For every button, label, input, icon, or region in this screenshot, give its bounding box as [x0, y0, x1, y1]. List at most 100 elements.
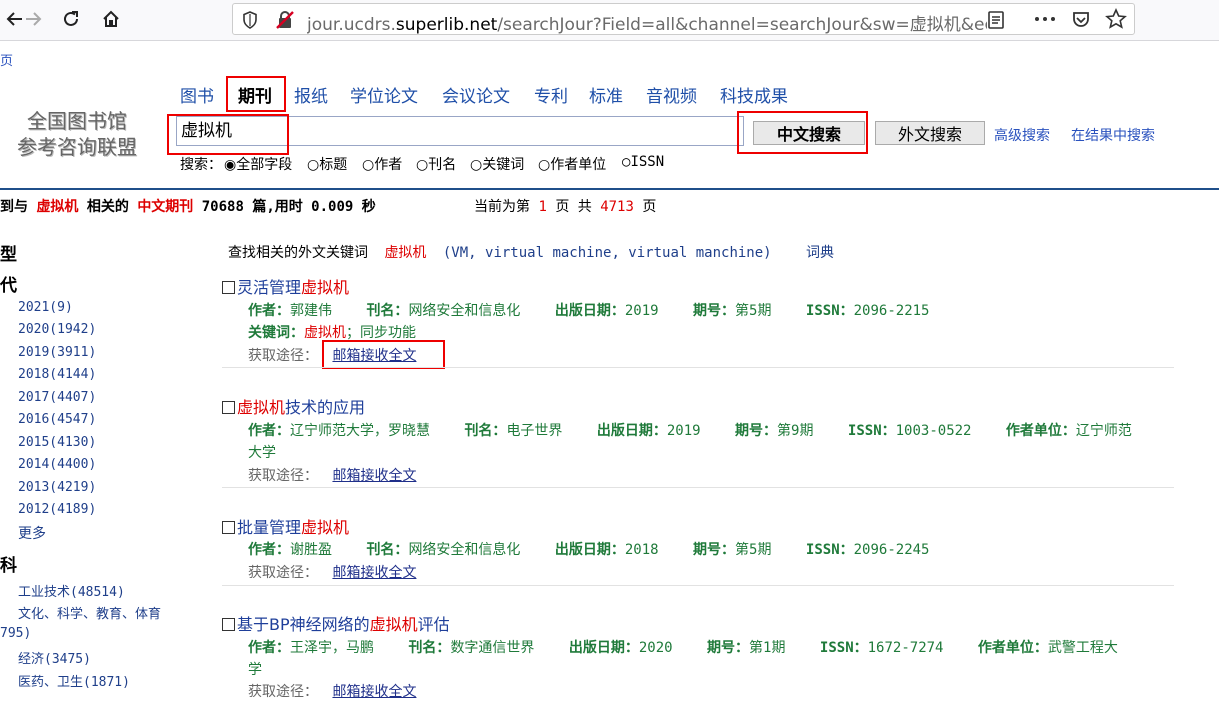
home-button[interactable] — [96, 4, 126, 34]
total-pages: 4713 — [600, 199, 634, 215]
more-actions-icon[interactable] — [1033, 13, 1057, 25]
result-title[interactable]: 批量管理虚拟机 — [222, 514, 349, 538]
title-text[interactable]: 灵活管理 — [237, 278, 301, 297]
title-highlight[interactable]: 虚拟机 — [301, 518, 349, 537]
journal-value[interactable]: 网络安全和信息化 — [408, 303, 520, 319]
title-highlight[interactable]: 虚拟机 — [237, 398, 285, 417]
search-within-results-link[interactable]: 在结果中搜索 — [1071, 125, 1155, 145]
option-label: 作者 — [374, 157, 403, 173]
journal-value[interactable]: 电子世界 — [506, 423, 562, 439]
sidebar-heading-type: 型 — [0, 245, 17, 265]
radio-checked-icon[interactable]: ◉ — [224, 157, 236, 173]
keyword-rest[interactable]: ；同步功能 — [346, 325, 416, 341]
option-author-unit[interactable]: ○作者单位 — [538, 154, 606, 174]
option-author[interactable]: ○作者 — [362, 154, 402, 174]
radio-icon[interactable]: ○ — [538, 157, 550, 173]
issue-key: 期号： — [735, 423, 778, 439]
journal-value[interactable]: 数字通信世界 — [450, 640, 534, 656]
radio-icon[interactable]: ○ — [307, 157, 319, 173]
tab-media[interactable]: 音视频 — [646, 82, 697, 107]
issn-key: ISSN： — [805, 542, 854, 558]
journal-key: 刊名： — [366, 542, 409, 558]
sidebar-year-item[interactable]: 2015(4130) — [18, 435, 96, 450]
tab-patents[interactable]: 专利 — [534, 82, 568, 107]
forward-button[interactable] — [18, 4, 48, 34]
related-keywords: 查找相关的外文关键词 虚拟机 (VM, virtual machine, vir… — [228, 242, 834, 262]
radio-icon[interactable]: ○ — [362, 157, 374, 173]
author-value[interactable]: 辽宁师范大学，罗晓慧 — [290, 423, 430, 439]
sidebar-year-item[interactable]: 2013(4219) — [18, 480, 96, 495]
tab-conference[interactable]: 会议论文 — [442, 82, 510, 107]
bookmark-star-icon[interactable] — [1105, 8, 1127, 30]
result-title[interactable]: 灵活管理虚拟机 — [222, 274, 349, 298]
unit-value-cont[interactable]: 大学 — [248, 445, 276, 461]
unit-value-cont[interactable]: 学 — [248, 662, 262, 678]
sidebar-year-item[interactable]: 2017(4407) — [18, 390, 96, 405]
result-checkbox[interactable] — [222, 618, 235, 631]
related-terms[interactable]: (VM, virtual machine, virtual manchine) — [443, 245, 772, 261]
sidebar-year-item[interactable]: 2014(4400) — [18, 457, 96, 472]
option-issn[interactable]: ○ISSN — [622, 154, 664, 170]
author-value[interactable]: 谢胜盈 — [290, 542, 332, 558]
sidebar-subject-item[interactable]: 文化、科学、教育、体育 — [18, 603, 161, 622]
result-checkbox[interactable] — [222, 401, 235, 414]
sidebar-subject-item-cont[interactable]: 795) — [0, 626, 31, 641]
author-value[interactable]: 王泽宇，马鹏 — [290, 640, 374, 656]
email-fulltext-link[interactable]: 邮箱接收全文 — [332, 684, 416, 700]
reload-button[interactable] — [56, 4, 86, 34]
result-title[interactable]: 虚拟机技术的应用 — [222, 394, 365, 418]
title-text[interactable]: 基于BP神经网络的 — [237, 615, 370, 634]
pocket-icon[interactable] — [1071, 9, 1091, 29]
sidebar-year-item[interactable]: 2012(4189) — [18, 502, 96, 517]
title-text[interactable]: 评估 — [418, 615, 450, 634]
sidebar-year-item[interactable]: 2020(1942) — [18, 322, 96, 337]
address-bar[interactable]: jour.ucdrs.superlib.net/searchJour?Field… — [232, 3, 1135, 35]
issn-key: ISSN： — [819, 640, 868, 656]
title-highlight[interactable]: 虚拟机 — [370, 615, 418, 634]
option-all-fields[interactable]: ◉全部字段 — [224, 154, 292, 174]
sidebar-year-item[interactable]: 2021(9) — [18, 300, 73, 315]
sidebar-year-item[interactable]: 2016(4547) — [18, 412, 96, 427]
logo-line1: 全国图书馆 — [27, 109, 127, 133]
sidebar-more-link[interactable]: 更多 — [18, 523, 46, 543]
email-fulltext-link[interactable]: 邮箱接收全文 — [332, 468, 416, 484]
tab-newspapers[interactable]: 报纸 — [294, 82, 328, 107]
foreign-search-button[interactable]: 外文搜索 — [875, 121, 985, 145]
radio-icon[interactable]: ○ — [470, 157, 482, 173]
option-journal-name[interactable]: ○刊名 — [416, 154, 456, 174]
issn-value: 1003-0522 — [895, 423, 972, 439]
radio-icon[interactable]: ○ — [416, 157, 428, 173]
sidebar-subject-item[interactable]: 经济(3475) — [18, 648, 91, 667]
sidebar-subject-item[interactable]: 医药、卫生(1871) — [18, 671, 130, 690]
advanced-search-link[interactable]: 高级搜索 — [994, 125, 1050, 145]
tab-journals[interactable]: 期刊 — [238, 82, 272, 107]
access-label: 获取途径： — [248, 684, 318, 700]
email-fulltext-link[interactable]: 邮箱接收全文 — [332, 565, 416, 581]
unit-value[interactable]: 武警工程大 — [1048, 640, 1118, 656]
tab-standards[interactable]: 标准 — [589, 82, 623, 107]
title-highlight[interactable]: 虚拟机 — [301, 278, 349, 297]
email-link-highlight — [322, 340, 445, 369]
journal-key: 刊名： — [408, 640, 451, 656]
unit-value[interactable]: 辽宁师范 — [1076, 423, 1132, 439]
author-value[interactable]: 郭建伟 — [290, 303, 332, 319]
tab-achievements[interactable]: 科技成果 — [720, 82, 788, 107]
dictionary-link[interactable]: 词典 — [806, 245, 834, 261]
top-partial-link[interactable]: 页 — [0, 50, 13, 69]
tab-books[interactable]: 图书 — [180, 82, 214, 107]
result-checkbox[interactable] — [222, 281, 235, 294]
sidebar-year-item[interactable]: 2019(3911) — [18, 345, 96, 360]
journal-value[interactable]: 网络安全和信息化 — [408, 542, 520, 558]
result-checkbox[interactable] — [222, 521, 235, 534]
sidebar-subject-item[interactable]: 工业技术(48514) — [18, 581, 125, 600]
keyword-highlight[interactable]: 虚拟机 — [304, 325, 346, 341]
title-text[interactable]: 批量管理 — [237, 518, 301, 537]
tab-theses[interactable]: 学位论文 — [350, 82, 418, 107]
result-title[interactable]: 基于BP神经网络的虚拟机评估 — [222, 611, 450, 635]
option-title[interactable]: ○标题 — [307, 154, 347, 174]
option-keyword[interactable]: ○关键词 — [470, 154, 524, 174]
title-text[interactable]: 技术的应用 — [285, 398, 365, 417]
sidebar-year-item[interactable]: 2018(4144) — [18, 367, 96, 382]
reader-view-icon[interactable] — [987, 10, 1005, 30]
search-field-label: 搜索： — [180, 157, 222, 173]
